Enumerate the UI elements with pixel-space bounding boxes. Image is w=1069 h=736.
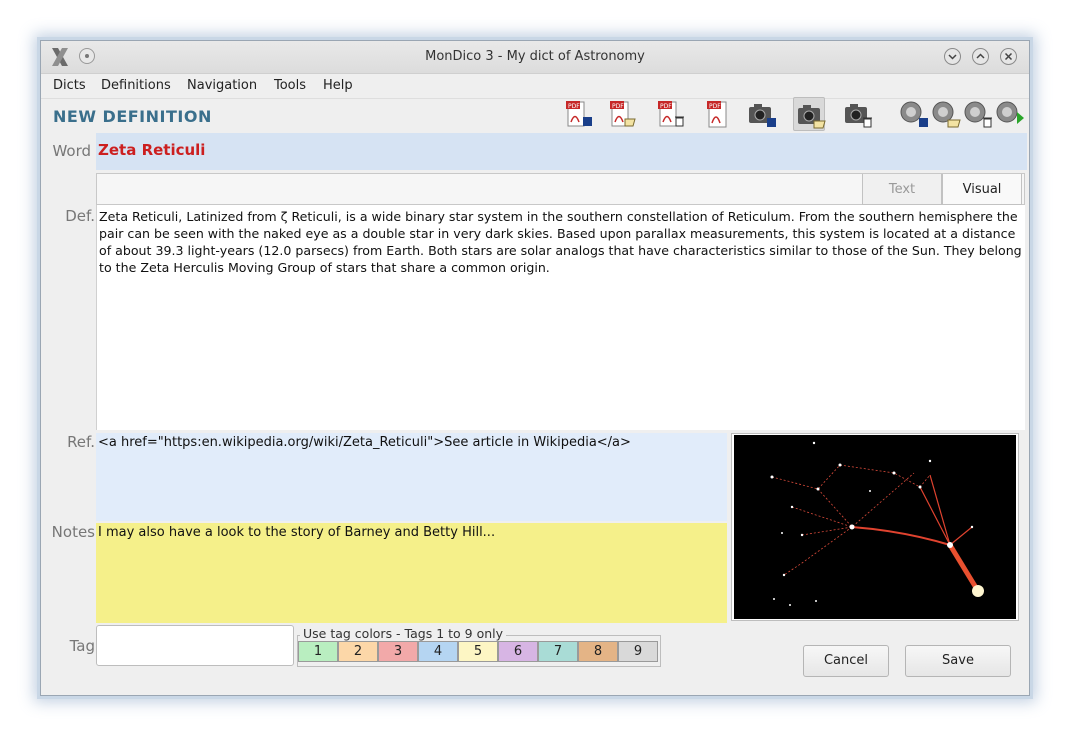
definition-editor[interactable]: Zeta Reticuli, Latinized from ζ Reticuli…: [96, 205, 1025, 430]
speaker-delete-icon: [964, 101, 992, 128]
camera-open-icon: [798, 105, 826, 129]
speaker-save-icon: [900, 101, 928, 127]
speaker-play-icon: [996, 101, 1024, 124]
page-title: NEW DEFINITION: [53, 107, 212, 126]
chevron-up-icon: [976, 53, 985, 59]
tag-color-4[interactable]: 4: [418, 641, 458, 662]
svg-text:PDF: PDF: [709, 103, 721, 110]
menu-dicts[interactable]: Dicts: [53, 78, 86, 93]
menu-tools[interactable]: Tools: [274, 78, 306, 93]
tag-group-title: Use tag colors - Tags 1 to 9 only: [300, 626, 507, 641]
menu-definitions[interactable]: Definitions: [101, 78, 171, 93]
pdf-delete-button[interactable]: PDF: [653, 97, 685, 131]
speaker-open-icon: [932, 101, 961, 128]
pdf-open-button[interactable]: PDF: [605, 97, 637, 131]
tag-color-6[interactable]: 6: [498, 641, 538, 662]
close-button[interactable]: [1000, 48, 1017, 65]
window-title: MonDico 3 - My dict of Astronomy: [425, 49, 645, 64]
reference-label: Ref.: [67, 433, 95, 451]
definition-tab-bar: Text Visual: [96, 173, 1025, 205]
menu-help[interactable]: Help: [323, 78, 353, 93]
tag-color-8[interactable]: 8: [578, 641, 618, 662]
notes-field[interactable]: I may also have a look to the story of B…: [96, 523, 727, 623]
tab-visual[interactable]: Visual: [942, 174, 1022, 205]
notes-label: Notes: [51, 523, 95, 541]
pdf-view-icon: PDF: [707, 101, 727, 128]
reference-field[interactable]: <a href="https:en.wikipedia.org/wiki/Zet…: [96, 433, 727, 521]
minimize-button[interactable]: [944, 48, 961, 65]
camera-open-button[interactable]: [793, 97, 826, 131]
camera-save-icon: [749, 104, 776, 127]
speaker-play-button[interactable]: [993, 97, 1025, 131]
pdf-delete-icon: PDF: [658, 101, 684, 127]
maximize-button[interactable]: [972, 48, 989, 65]
reference-value: <a href="https:en.wikipedia.org/wiki/Zet…: [98, 435, 631, 450]
speaker-save-button[interactable]: [897, 97, 929, 131]
pdf-view-button[interactable]: PDF: [701, 97, 733, 131]
tag-label: Tag: [69, 637, 95, 655]
tag-color-9[interactable]: 9: [618, 641, 658, 662]
title-bar[interactable]: MonDico 3 - My dict of Astronomy: [41, 41, 1029, 74]
tag-color-5[interactable]: 5: [458, 641, 498, 662]
word-field[interactable]: Zeta Reticuli: [96, 133, 1027, 170]
tag-color-2[interactable]: 2: [338, 641, 378, 662]
menu-bar: Dicts Definitions Navigation Tools Help: [41, 74, 1029, 99]
tab-text[interactable]: Text: [862, 174, 942, 205]
camera-delete-icon: [845, 104, 872, 128]
main-window: MonDico 3 - My dict of Astronomy Dicts D…: [40, 40, 1030, 696]
tag-color-1[interactable]: 1: [298, 641, 338, 662]
speaker-open-button[interactable]: [929, 97, 961, 131]
close-icon: [1004, 52, 1013, 61]
word-label: Word: [52, 142, 91, 160]
svg-text:PDF: PDF: [612, 103, 624, 110]
svg-text:PDF: PDF: [660, 103, 672, 110]
menu-navigation[interactable]: Navigation: [187, 78, 257, 93]
tag-color-3[interactable]: 3: [378, 641, 418, 662]
pdf-save-button[interactable]: PDF: [561, 97, 593, 131]
star-map-image: [734, 435, 1016, 619]
chevron-down-icon: [948, 54, 957, 60]
camera-save-button[interactable]: [745, 97, 777, 131]
svg-text:PDF: PDF: [568, 103, 580, 110]
tag-input[interactable]: [96, 625, 294, 666]
pdf-open-icon: PDF: [610, 101, 636, 127]
definition-image[interactable]: [731, 433, 1019, 621]
definition-text: Zeta Reticuli, Latinized from ζ Reticuli…: [99, 209, 1022, 275]
pdf-save-icon: PDF: [566, 101, 592, 127]
save-button[interactable]: Save: [905, 645, 1011, 677]
camera-delete-button[interactable]: [841, 97, 873, 131]
cancel-button[interactable]: Cancel: [803, 645, 889, 677]
speaker-delete-button[interactable]: [961, 97, 993, 131]
word-value: Zeta Reticuli: [98, 141, 206, 159]
definition-label: Def.: [65, 207, 95, 225]
notes-value: I may also have a look to the story of B…: [98, 525, 496, 540]
tag-color-7[interactable]: 7: [538, 641, 578, 662]
